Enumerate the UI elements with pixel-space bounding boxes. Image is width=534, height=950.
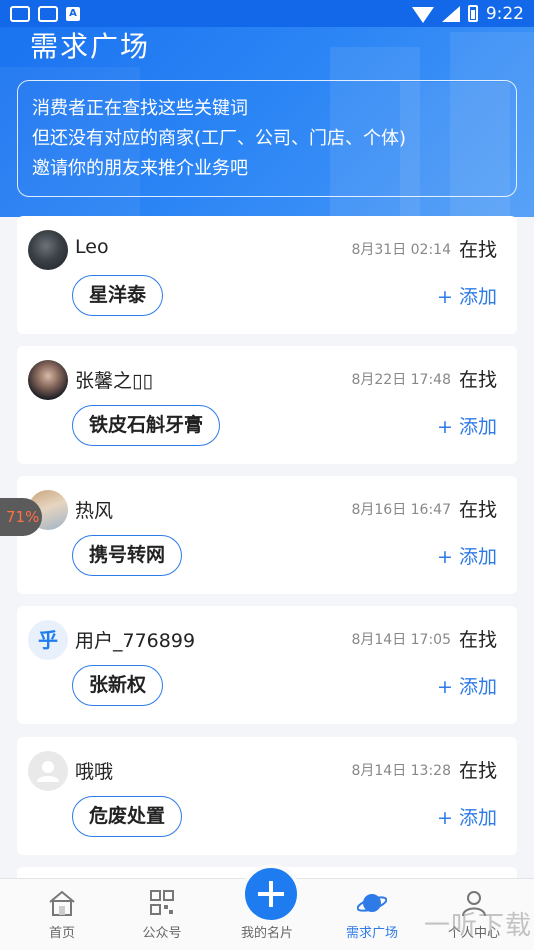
timestamp: 8月31日 02:14 bbox=[351, 242, 451, 258]
clock: 9:22 bbox=[485, 3, 524, 24]
nav-label: 我的名片 bbox=[240, 926, 293, 941]
zhihu-icon[interactable]: 乎 bbox=[28, 620, 68, 660]
plus-icon bbox=[258, 881, 284, 907]
timestamp: 8月22日 17:48 bbox=[351, 372, 451, 388]
keyword-tag[interactable]: 危废处置 bbox=[72, 796, 183, 837]
notice-box: 消费者正在查找这些关键词 但还没有对应的商家(工厂、公司、门店、个体) 邀请你的… bbox=[17, 80, 517, 197]
action-label: 在找 bbox=[458, 629, 497, 651]
add-button[interactable]: + 添加 bbox=[437, 282, 497, 309]
user-name: 用户_776899 bbox=[75, 630, 196, 652]
nav-label: 首页 bbox=[48, 926, 75, 941]
nav-label: 公众号 bbox=[142, 926, 182, 941]
user-name: 哦哦 bbox=[75, 761, 114, 783]
avatar[interactable] bbox=[28, 230, 68, 270]
nav-home[interactable]: 首页 bbox=[9, 879, 115, 950]
keyword-tag[interactable]: 铁皮石斛牙膏 bbox=[72, 405, 221, 446]
page-title: 需求广场 bbox=[30, 30, 151, 63]
keyword-tag[interactable]: 张新权 bbox=[72, 665, 164, 706]
status-bar: A 9:22 bbox=[0, 0, 534, 27]
demand-card[interactable]: 哦哦 8月14日 13:28 在找 危废处置 + 添加 bbox=[17, 737, 517, 855]
keyword-tag[interactable]: 星洋泰 bbox=[72, 275, 164, 316]
float-speed-badge[interactable]: 71% bbox=[0, 498, 42, 536]
avatar[interactable] bbox=[28, 360, 68, 400]
add-button[interactable]: + 添加 bbox=[437, 542, 497, 569]
planet-icon bbox=[357, 894, 387, 912]
home-icon bbox=[49, 890, 75, 916]
qrcode-icon bbox=[150, 890, 174, 915]
notification-icons: A bbox=[10, 5, 80, 22]
notification-icon bbox=[38, 5, 58, 22]
signal-icon bbox=[441, 5, 460, 22]
action-label: 在找 bbox=[458, 369, 497, 391]
demand-card[interactable]: Leo 8月31日 02:14 在找 星洋泰 + 添加 bbox=[17, 216, 517, 334]
add-button[interactable]: + 添加 bbox=[437, 412, 497, 439]
nav-demand-square[interactable]: 需求广场 bbox=[319, 879, 425, 950]
notification-icon bbox=[10, 5, 30, 22]
timestamp: 8月14日 17:05 bbox=[351, 632, 451, 648]
user-name: Leo bbox=[75, 236, 109, 258]
action-label: 在找 bbox=[458, 760, 497, 782]
demand-card[interactable]: 乎 用户_776899 8月14日 17:05 在找 张新权 + 添加 bbox=[17, 606, 517, 724]
keyword-tag[interactable]: 携号转网 bbox=[72, 535, 183, 576]
timestamp: 8月16日 16:47 bbox=[351, 502, 451, 518]
nav-label: 需求广场 bbox=[345, 926, 398, 941]
battery-icon bbox=[467, 5, 478, 22]
timestamp: 8月14日 13:28 bbox=[351, 763, 451, 779]
nav-official-account[interactable]: 公众号 bbox=[109, 879, 215, 950]
notice-line: 邀请你的朋友来推介业务吧 bbox=[32, 158, 248, 179]
user-name: 张馨之▯▯ bbox=[75, 370, 153, 392]
add-button[interactable]: + 添加 bbox=[437, 672, 497, 699]
watermark: 一听下载 bbox=[423, 911, 532, 941]
default-user-icon[interactable] bbox=[28, 751, 68, 791]
add-fab-button[interactable] bbox=[241, 864, 301, 924]
notice-line: 消费者正在查找这些关键词 bbox=[32, 98, 248, 119]
header-banner: 需求广场 消费者正在查找这些关键词 但还没有对应的商家(工厂、公司、门店、个体)… bbox=[0, 27, 534, 217]
add-button[interactable]: + 添加 bbox=[437, 803, 497, 830]
demand-card[interactable]: 张馨之▯▯ 8月22日 17:48 在找 铁皮石斛牙膏 + 添加 bbox=[17, 346, 517, 464]
notice-line: 但还没有对应的商家(工厂、公司、门店、个体) bbox=[32, 128, 407, 149]
app-notification-icon: A bbox=[66, 6, 80, 21]
user-name: 热风 bbox=[75, 500, 114, 522]
action-label: 在找 bbox=[458, 239, 497, 261]
wifi-icon bbox=[411, 6, 434, 23]
action-label: 在找 bbox=[458, 499, 497, 521]
demand-card[interactable]: 热风 8月16日 16:47 在找 携号转网 + 添加 bbox=[17, 476, 517, 594]
